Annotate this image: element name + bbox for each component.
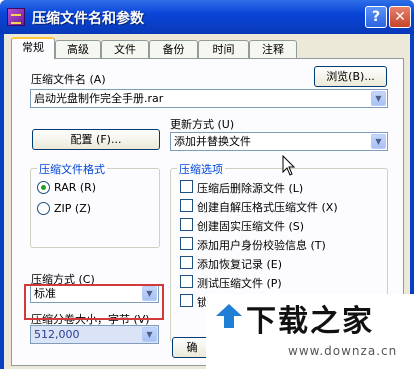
test-archive-checkbox[interactable] <box>180 275 193 288</box>
window-title: 压缩文件名和参数 <box>32 11 144 27</box>
profiles-button[interactable]: 配置 (F)... <box>32 129 160 150</box>
volume-size-value: 512,000 <box>34 328 80 341</box>
update-mode-value: 添加并替换文件 <box>174 135 251 148</box>
delete-after-label[interactable]: 压缩后删除源文件 (L) <box>197 180 303 196</box>
tab-comment[interactable]: 注释 <box>249 40 297 58</box>
sfx-label[interactable]: 创建自解压格式压缩文件 (X) <box>197 199 338 215</box>
recovery-record-checkbox[interactable] <box>180 256 193 269</box>
watermark-overlay: 下载之家 www.downza.cn <box>206 294 414 369</box>
browse-button[interactable]: 浏览(B)... <box>314 66 387 87</box>
archive-name-label: 压缩文件名 (A) <box>31 73 106 86</box>
mouse-cursor-icon <box>282 155 296 176</box>
archive-name-value: 启动光盘制作完全手册.rar <box>34 92 164 105</box>
tab-backup[interactable]: 备份 <box>149 40 198 58</box>
title-bar[interactable]: 压缩文件名和参数 ? ✕ <box>0 0 414 34</box>
volume-size-field[interactable]: 512,000 ▼ <box>30 325 159 344</box>
winrar-icon <box>7 8 25 26</box>
chevron-down-icon[interactable]: ▼ <box>142 327 157 342</box>
rar-radio[interactable] <box>37 181 50 194</box>
delete-after-checkbox[interactable] <box>180 180 193 193</box>
tab-advanced[interactable]: 高级 <box>55 40 101 58</box>
solid-checkbox[interactable] <box>180 218 193 231</box>
authenticity-label[interactable]: 添加用户身份校验信息 (T) <box>197 237 326 253</box>
chevron-down-icon[interactable]: ▼ <box>371 91 386 106</box>
watermark-brand: 下载之家 <box>246 304 374 339</box>
chevron-down-icon[interactable]: ▼ <box>371 134 386 149</box>
watermark-url: www.downza.cn <box>288 344 398 358</box>
sfx-checkbox[interactable] <box>180 199 193 212</box>
update-mode-select[interactable]: 添加并替换文件 ▼ <box>170 132 388 151</box>
zip-radio-label[interactable]: ZIP (Z) <box>54 202 91 215</box>
authenticity-checkbox[interactable] <box>180 237 193 250</box>
options-group-title: 压缩选项 <box>177 161 225 177</box>
solid-label[interactable]: 创建固实压缩文件 (S) <box>197 218 304 234</box>
close-button[interactable]: ✕ <box>389 6 411 28</box>
lock-checkbox[interactable] <box>180 294 193 307</box>
tab-files[interactable]: 文件 <box>101 40 149 58</box>
recovery-record-label[interactable]: 添加恢复记录 (E) <box>197 256 282 272</box>
archive-name-field[interactable]: 启动光盘制作完全手册.rar ▼ <box>30 89 388 108</box>
help-button[interactable]: ? <box>365 6 387 28</box>
highlight-box <box>24 284 164 320</box>
update-mode-label: 更新方式 (U) <box>170 118 235 131</box>
downza-logo-icon <box>216 304 242 328</box>
format-group-title: 压缩文件格式 <box>37 161 107 177</box>
test-archive-label[interactable]: 测试压缩文件 (P) <box>197 275 282 291</box>
zip-radio[interactable] <box>37 202 50 215</box>
tab-time[interactable]: 时间 <box>198 40 249 58</box>
rar-radio-label[interactable]: RAR (R) <box>54 181 96 194</box>
tab-general[interactable]: 常规 <box>11 37 55 59</box>
